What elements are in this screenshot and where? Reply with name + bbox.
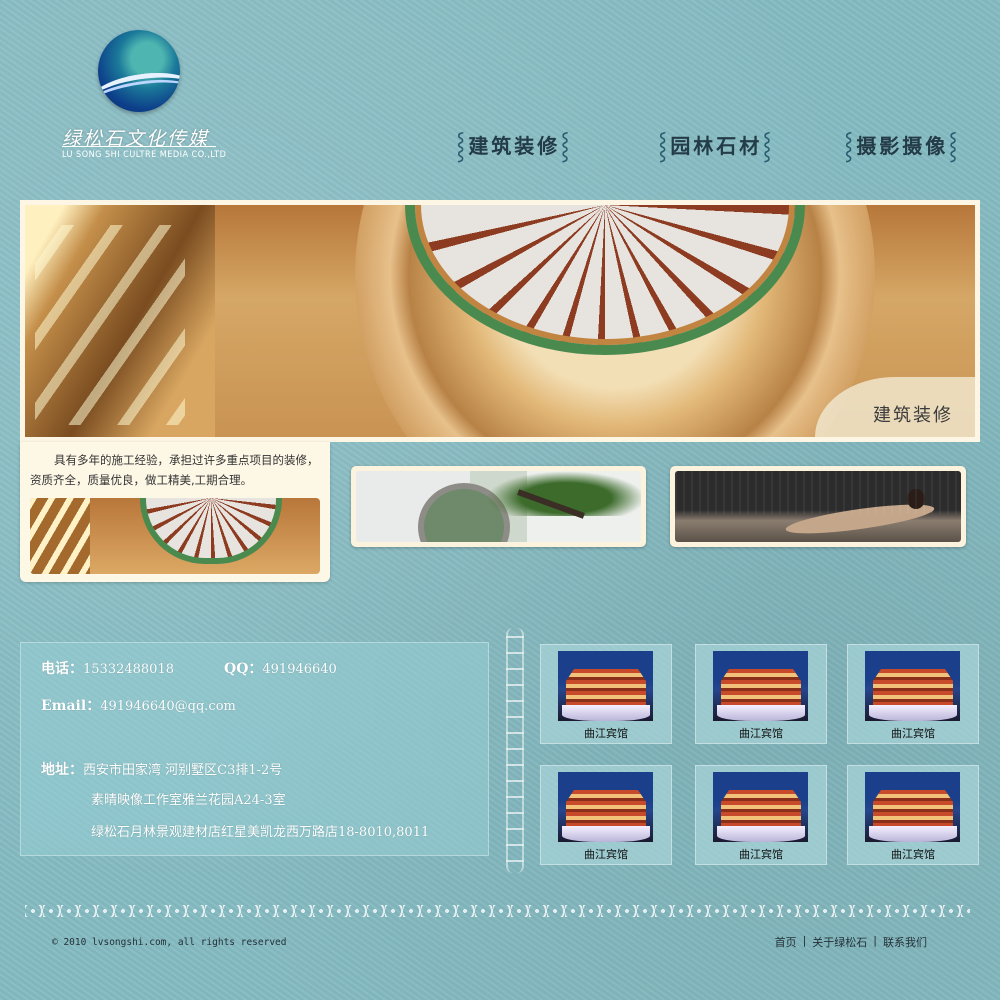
nav-architecture-decoration[interactable]: ⸾ 建筑装修 ⸾ — [456, 124, 573, 164]
contact-panel: 电话：15332488018 QQ：491946640 Email：491946… — [20, 642, 489, 856]
footer-links: 首页 | 关于绿松石 | 联系我们 — [775, 934, 927, 950]
intro-description: 具有多年的施工经验，承担过许多重点项目的装修，资质齐全，质量优良，做工精美,工期… — [30, 453, 319, 487]
hotel-photo — [558, 772, 653, 842]
contact-qq: QQ：491946640 — [224, 661, 337, 677]
scroll-ornament-icon: ⸾ — [948, 131, 961, 161]
footer-link-contact[interactable]: 联系我们 — [883, 934, 927, 950]
scroll-ornament-icon: ⸾ — [456, 131, 469, 161]
hotel-card[interactable]: 曲江宾馆 — [695, 765, 827, 865]
contact-email: Email：491946640@qq.com — [41, 698, 236, 714]
company-logo[interactable] — [98, 30, 180, 112]
scroll-ornament-icon: ⸾ — [560, 131, 573, 161]
hotel-card[interactable]: 曲江宾馆 — [540, 644, 672, 744]
hotel-card[interactable]: 曲江宾馆 — [847, 644, 979, 744]
hotel-photo — [713, 772, 808, 842]
contact-address-2: 素晴映像工作室雅兰花园A24-3室 — [91, 793, 286, 808]
footer-separator: | — [802, 934, 807, 947]
contact-address-3: 绿松石月林景观建材店红星美凯龙西万路店18-8010,8011 — [91, 825, 430, 840]
contact-phone: 电话：15332488018 — [41, 661, 174, 677]
footer-link-about[interactable]: 关于绿松石 — [812, 934, 867, 950]
hotel-photo — [865, 651, 960, 721]
hotel-photo — [865, 772, 960, 842]
intro-thumbnail-image[interactable] — [30, 498, 320, 574]
footer-link-home[interactable]: 首页 — [775, 934, 797, 950]
nav-label: 园林石材 — [670, 133, 763, 158]
logo-english-name: LU SONG SHI CULTRE MEDIA CO.,LTD — [62, 150, 227, 160]
scroll-ornament-icon: ⸾ — [762, 131, 775, 161]
nav-garden-stone[interactable]: ⸾ 园林石材 ⸾ — [658, 124, 775, 164]
hotel-card[interactable]: 曲江宾馆 — [695, 644, 827, 744]
scroll-ornament-icon: ⸾ — [658, 131, 671, 161]
hotel-caption: 曲江宾馆 — [891, 848, 935, 861]
hotel-caption: 曲江宾馆 — [739, 727, 783, 740]
copyright-notice: © 2010 lvsongshi.com, all rights reserve… — [52, 937, 287, 948]
hotel-caption: 曲江宾馆 — [584, 848, 628, 861]
contact-address-1: 地址：西安市田家湾 河别墅区C3排1-2号 — [41, 762, 283, 778]
hotel-caption: 曲江宾馆 — [739, 848, 783, 861]
hotel-caption: 曲江宾馆 — [584, 727, 628, 740]
hotel-photo — [558, 651, 653, 721]
garden-stone-thumbnail[interactable] — [351, 466, 646, 547]
banner-caption: 建筑装修 — [873, 405, 953, 426]
hotel-card[interactable]: 曲江宾馆 — [847, 765, 979, 865]
nav-photography[interactable]: ⸾ 摄影摄像 ⸾ — [844, 124, 961, 164]
banner-image-dome-ceiling: 建筑装修 — [25, 205, 975, 437]
hotel-photo — [713, 651, 808, 721]
photography-thumbnail[interactable] — [670, 466, 966, 547]
nav-label: 摄影摄像 — [856, 133, 949, 158]
hero-banner[interactable]: 建筑装修 — [20, 200, 980, 442]
footer-separator: | — [873, 934, 877, 947]
vertical-scroll-ornament — [506, 628, 524, 873]
hotel-caption: 曲江宾馆 — [891, 727, 935, 740]
hotel-card[interactable]: 曲江宾馆 — [540, 765, 672, 865]
nav-label: 建筑装修 — [468, 133, 561, 158]
footer-ornament-divider — [25, 905, 970, 917]
intro-panel: 具有多年的施工经验，承担过许多重点项目的装修，资质齐全，质量优良，做工精美,工期… — [20, 442, 330, 582]
ornate-arch — [25, 205, 215, 437]
scroll-ornament-icon: ⸾ — [844, 131, 857, 161]
logo-divider — [62, 146, 216, 147]
